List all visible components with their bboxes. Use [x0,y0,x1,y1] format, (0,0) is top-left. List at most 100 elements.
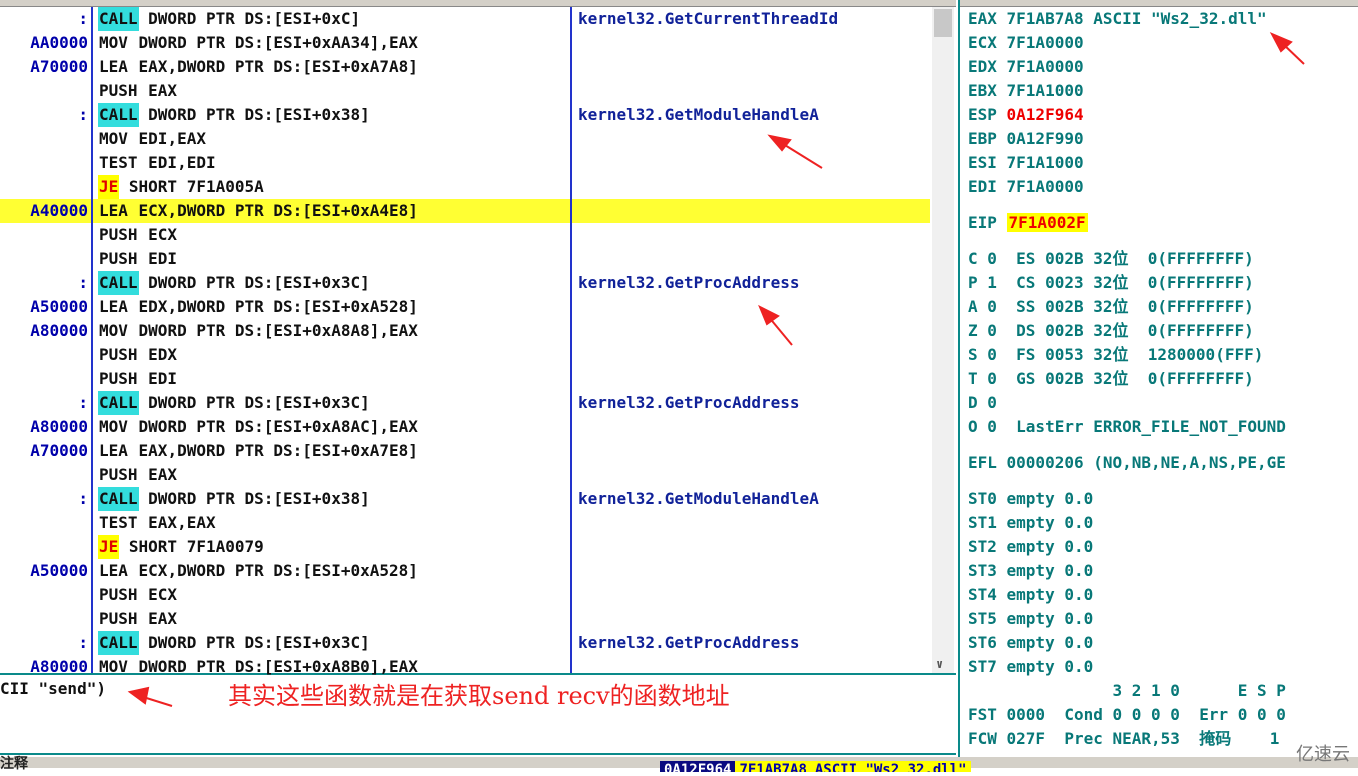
disasm-row[interactable]: PUSH ECX [0,583,930,607]
disasm-row[interactable]: A70000 LEA EAX,DWORD PTR DS:[ESI+0xA7A8] [0,55,930,79]
flag-row[interactable]: S 0 FS 0053 32位 1280000(FFF) [968,343,1263,367]
disasm-row[interactable]: : CALL DWORD PTR DS:[ESI+0x3C] kernel32.Ge… [0,271,930,295]
reg-label: ESP [968,105,1007,124]
comment: kernel32.GetModuleHandleA [578,489,819,508]
flag-row[interactable]: C 0 ES 002B 32位 0(FFFFFFFF) [968,247,1254,271]
fpu-register[interactable]: ST6 empty 0.0 [968,631,1093,655]
flag-row[interactable]: D 0 [968,391,997,415]
operands: DWORD PTR DS:[ESI+0xA8B0],EAX [128,657,418,676]
annotation-text: 其实这些函数就是在获取send recv的函数地址 [228,682,730,710]
flag-row[interactable]: A 0 SS 002B 32位 0(FFFFFFFF) [968,295,1254,319]
disasm-row[interactable]: PUSH EAX [0,463,930,487]
comment: kernel32.GetModuleHandleA [578,105,819,124]
flag-row[interactable]: P 1 CS 0023 32位 0(FFFFFFFF) [968,271,1254,295]
address: A70000 [30,57,88,76]
operands: EAX,EAX [138,513,216,532]
disasm-row[interactable]: : CALL DWORD PTR DS:[ESI+0x38] kernel32.Ge… [0,103,930,127]
vertical-scrollbar[interactable]: ∨ [932,7,954,673]
disasm-row[interactable]: PUSH EAX [0,607,930,631]
reg-ecx[interactable]: ECX 7F1A0000 [968,31,1084,55]
reg-edi[interactable]: EDI 7F1A0000 [968,175,1084,199]
disasm-row[interactable]: PUSH EAX [0,79,930,103]
disasm-row[interactable]: A80000 MOV DWORD PTR DS:[ESI+0xA8A8],EAX [0,319,930,343]
fpu-register[interactable]: ST0 empty 0.0 [968,487,1093,511]
comment: kernel32.GetProcAddress [578,393,800,412]
reg-eax[interactable]: EAX 7F1AB7A8 ASCII "Ws2_32.dll" [968,7,1267,31]
instruction: CALL DWORD PTR DS:[ESI+0x38] [98,103,370,127]
disasm-row[interactable]: PUSH ECX [0,223,930,247]
disasm-row[interactable]: MOV EDI,EAX [0,127,930,151]
disasm-row[interactable]: A80000 MOV DWORD PTR DS:[ESI+0xA8AC],EAX [0,415,930,439]
disasm-row[interactable]: A50000 LEA ECX,DWORD PTR DS:[ESI+0xA528] [0,559,930,583]
disasm-row[interactable]: JE SHORT 7F1A005A [0,175,930,199]
fpu-register[interactable]: ST7 empty 0.0 [968,655,1093,679]
reg-esp[interactable]: ESP 0A12F964 [968,103,1084,127]
instruction: JE SHORT 7F1A0079 [98,535,264,559]
reg-ebx[interactable]: EBX 7F1A1000 [968,79,1084,103]
reg-fcw[interactable]: FCW 027F Prec NEAR,53 掩码 1 [968,727,1279,751]
operands: DWORD PTR DS:[ESI+0x3C] [138,633,370,652]
disassembly-pane[interactable]: : CALL DWORD PTR DS:[ESI+0xC] kernel32.Get… [0,0,956,676]
registers-pane[interactable]: EAX 7F1AB7A8 ASCII "Ws2_32.dll" ECX 7F1A… [958,0,1358,768]
reg-label: EIP [968,213,1007,232]
reg-esi[interactable]: ESI 7F1A1000 [968,151,1084,175]
disasm-row[interactable]: : CALL DWORD PTR DS:[ESI+0xC] kernel32.Get… [0,7,930,31]
disasm-row[interactable]: A80000 MOV DWORD PTR DS:[ESI+0xA8B0],EAX [0,655,930,679]
disasm-row[interactable]: PUSH EDI [0,367,930,391]
column-divider[interactable] [570,7,572,673]
instruction: CALL DWORD PTR DS:[ESI+0x3C] [98,631,370,655]
instruction: MOV EDI,EAX [98,127,206,151]
stack-dump-row[interactable]: 0A12F964 7F1AB7A8 ASCII "Ws2_32.dll" [660,757,1260,772]
reg-edx[interactable]: EDX 7F1A0000 [968,55,1084,79]
disasm-row[interactable]: A50000 LEA EDX,DWORD PTR DS:[ESI+0xA528] [0,295,930,319]
reg-efl[interactable]: EFL 00000206 (NO,NB,NE,A,NS,PE,GE [968,451,1286,475]
mnemonic: MOV [99,417,128,436]
flag-row[interactable]: T 0 GS 002B 32位 0(FFFFFFFF) [968,367,1254,391]
fpu-register[interactable]: ST3 empty 0.0 [968,559,1093,583]
operands: EDI [138,249,178,268]
fpu-register[interactable]: ST5 empty 0.0 [968,607,1093,631]
operands: SHORT 7F1A005A [119,177,264,196]
address: : [78,633,88,652]
reg-eip[interactable]: EIP 7F1A002F [968,211,1088,235]
status-label: 注释 [0,756,28,772]
operands: DWORD PTR DS:[ESI+0xA8A8],EAX [128,321,418,340]
flag-row[interactable]: O 0 LastErr ERROR_FILE_NOT_FOUND [968,415,1286,439]
flag-row[interactable]: Z 0 DS 002B 32位 0(FFFFFFFF) [968,319,1254,343]
reg-value: 7F1A002F [1006,213,1088,232]
fpu-register[interactable]: ST2 empty 0.0 [968,535,1093,559]
registers-header [960,0,1358,7]
disasm-row[interactable]: PUSH EDI [0,247,930,271]
operands: DWORD PTR DS:[ESI+0x3C] [138,393,370,412]
mnemonic: PUSH [99,585,138,604]
disasm-row[interactable]: A70000 LEA EAX,DWORD PTR DS:[ESI+0xA7E8] [0,439,930,463]
dump-comment: ASCII "Ws2_32.dll" [810,761,971,772]
fpu-header: 3 2 1 0 E S P [968,681,1286,700]
instruction: LEA EDX,DWORD PTR DS:[ESI+0xA528] [98,295,418,319]
disasm-row[interactable]: : CALL DWORD PTR DS:[ESI+0x38] kernel32.Ge… [0,487,930,511]
instruction: PUSH EDI [98,367,177,391]
disasm-row[interactable]: AA0000 MOV DWORD PTR DS:[ESI+0xAA34],EAX [0,31,930,55]
operands: EDI,EDI [138,153,216,172]
operands: EAX [138,465,178,484]
fpu-register[interactable]: ST1 empty 0.0 [968,511,1093,535]
chevron-down-icon[interactable]: ∨ [936,657,943,671]
operands: ECX [138,225,178,244]
disasm-row[interactable]: TEST EDI,EDI [0,151,930,175]
fpu-register[interactable]: ST4 empty 0.0 [968,583,1093,607]
address: : [78,489,88,508]
scroll-thumb[interactable] [934,9,952,37]
column-divider[interactable] [91,7,93,673]
disasm-row[interactable]: A40000 LEA ECX,DWORD PTR DS:[ESI+0xA4E8] [0,199,930,223]
disasm-row[interactable]: : CALL DWORD PTR DS:[ESI+0x3C] kernel32.Ge… [0,391,930,415]
mnemonic: LEA [99,57,128,76]
disasm-row[interactable]: TEST EAX,EAX [0,511,930,535]
instruction: PUSH EDX [98,343,177,367]
disasm-row[interactable]: PUSH EDX [0,343,930,367]
dump-value: 7F1AB7A8 [735,761,811,772]
disasm-row[interactable]: : CALL DWORD PTR DS:[ESI+0x3C] kernel32.Ge… [0,631,930,655]
reg-fst[interactable]: FST 0000 Cond 0 0 0 0 Err 0 0 0 [968,703,1286,727]
reg-ebp[interactable]: EBP 0A12F990 [968,127,1084,151]
disasm-row[interactable]: JE SHORT 7F1A0079 [0,535,930,559]
mnemonic: LEA [99,441,128,460]
